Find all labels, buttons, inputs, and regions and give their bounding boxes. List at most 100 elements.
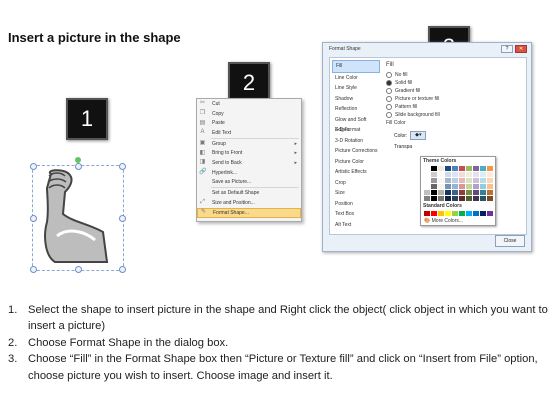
theme-color-swatch[interactable] [424, 178, 430, 183]
theme-color-swatch[interactable] [487, 190, 493, 195]
theme-color-swatch[interactable] [452, 166, 458, 171]
theme-color-swatch[interactable] [459, 166, 465, 171]
theme-color-swatch[interactable] [473, 190, 479, 195]
menu-item-send-to-back[interactable]: ◨ Send to Back ▸ [197, 158, 301, 168]
category-shadow[interactable]: Shadow [332, 94, 380, 105]
menu-item-bring-to-front[interactable]: ◧ Bring to Front ▸ [197, 148, 301, 158]
standard-color-swatch[interactable] [480, 211, 486, 216]
menu-item-edit-text[interactable]: A Edit Text [197, 128, 301, 138]
theme-color-swatch[interactable] [459, 184, 465, 189]
standard-color-swatch[interactable] [473, 211, 479, 216]
resize-handle[interactable] [75, 266, 82, 273]
theme-color-swatch[interactable] [445, 172, 451, 177]
theme-color-swatch[interactable] [431, 184, 437, 189]
category-line-color[interactable]: Line Color [332, 73, 380, 84]
theme-color-swatch[interactable] [438, 190, 444, 195]
resize-handle[interactable] [119, 215, 126, 222]
theme-color-swatch[interactable] [445, 184, 451, 189]
theme-color-swatch[interactable] [473, 172, 479, 177]
category-crop[interactable]: Crop [332, 178, 380, 189]
theme-color-swatch[interactable] [431, 196, 437, 201]
category-picture-color[interactable]: Picture Color [332, 157, 380, 168]
theme-color-swatch[interactable] [487, 172, 493, 177]
theme-color-swatch[interactable] [473, 184, 479, 189]
theme-color-swatch[interactable] [487, 196, 493, 201]
theme-color-swatch[interactable] [473, 178, 479, 183]
theme-color-swatch[interactable] [438, 184, 444, 189]
theme-color-swatch[interactable] [459, 196, 465, 201]
standard-color-swatch[interactable] [466, 211, 472, 216]
standard-color-swatch[interactable] [431, 211, 437, 216]
theme-color-swatch[interactable] [431, 166, 437, 171]
menu-item-save-as-picture[interactable]: Save as Picture... [197, 178, 301, 188]
theme-color-swatch[interactable] [424, 184, 430, 189]
menu-item-hyperlink[interactable]: 🔗 Hyperlink... [197, 168, 301, 178]
close-icon[interactable]: ✕ [515, 45, 527, 53]
theme-color-swatch[interactable] [438, 178, 444, 183]
theme-color-swatch[interactable] [473, 196, 479, 201]
resize-handle[interactable] [119, 266, 126, 273]
resize-handle[interactable] [75, 163, 82, 170]
category-position[interactable]: Position [332, 199, 380, 210]
standard-color-swatch[interactable] [452, 211, 458, 216]
category-reflection[interactable]: Reflection [332, 104, 380, 115]
theme-color-swatch[interactable] [445, 190, 451, 195]
menu-item-paste[interactable]: ▤ Paste [197, 118, 301, 128]
selected-shape[interactable] [30, 157, 126, 273]
standard-color-swatch[interactable] [487, 211, 493, 216]
theme-color-swatch[interactable] [466, 166, 472, 171]
theme-color-swatch[interactable] [445, 178, 451, 183]
menu-item-group[interactable]: ▣ Group ▸ [197, 139, 301, 149]
theme-color-swatch[interactable] [452, 178, 458, 183]
category-line-style[interactable]: Line Style [332, 83, 380, 94]
menu-item-set-default-shape[interactable]: Set as Default Shape [197, 188, 301, 198]
standard-color-swatch[interactable] [445, 211, 451, 216]
radio-no-fill[interactable]: No fill [386, 71, 522, 79]
theme-color-swatch[interactable] [473, 166, 479, 171]
theme-color-swatch[interactable] [424, 172, 430, 177]
theme-color-swatch[interactable] [480, 190, 486, 195]
theme-color-swatch[interactable] [452, 196, 458, 201]
menu-item-format-shape[interactable]: ✎ Format Shape... [197, 207, 301, 218]
resize-handle[interactable] [119, 163, 126, 170]
theme-color-swatch[interactable] [466, 190, 472, 195]
category-text-box[interactable]: Text Box [332, 209, 380, 220]
category-fill[interactable]: Fill [332, 60, 380, 73]
theme-color-swatch[interactable] [452, 184, 458, 189]
menu-item-cut[interactable]: ✂ Cut [197, 99, 301, 109]
theme-color-swatch[interactable] [431, 172, 437, 177]
radio-slide-background-fill[interactable]: Slide background fill [386, 111, 522, 119]
close-button[interactable]: Close [495, 235, 525, 247]
theme-color-swatch[interactable] [424, 166, 430, 171]
theme-color-swatch[interactable] [466, 172, 472, 177]
category-size[interactable]: Size [332, 188, 380, 199]
theme-color-swatch[interactable] [438, 172, 444, 177]
help-button[interactable]: ? [501, 45, 513, 53]
standard-color-swatch[interactable] [459, 211, 465, 216]
theme-color-swatch[interactable] [452, 190, 458, 195]
resize-handle[interactable] [30, 163, 37, 170]
theme-color-swatch[interactable] [459, 190, 465, 195]
category-3d-rotation[interactable]: 3-D Rotation [332, 136, 380, 147]
resize-handle[interactable] [30, 266, 37, 273]
category-3d-format[interactable]: 3-D Format [332, 125, 380, 136]
theme-color-swatch[interactable] [480, 196, 486, 201]
theme-color-swatch[interactable] [480, 172, 486, 177]
theme-color-swatch[interactable] [452, 172, 458, 177]
standard-color-swatch[interactable] [424, 211, 430, 216]
theme-color-swatch[interactable] [466, 184, 472, 189]
category-alt-text[interactable]: Alt Text [332, 220, 380, 231]
theme-color-swatch[interactable] [480, 166, 486, 171]
radio-solid-fill[interactable]: Solid fill [386, 79, 522, 87]
theme-color-swatch[interactable] [480, 178, 486, 183]
theme-color-swatch[interactable] [438, 166, 444, 171]
theme-color-swatch[interactable] [466, 196, 472, 201]
theme-color-swatch[interactable] [424, 196, 430, 201]
theme-color-swatch[interactable] [438, 196, 444, 201]
resize-handle[interactable] [30, 215, 37, 222]
theme-color-swatch[interactable] [487, 184, 493, 189]
menu-item-size-and-position[interactable]: ⤢ Size and Position... [197, 198, 301, 208]
color-picker-button[interactable]: ◆▾ [410, 131, 427, 140]
theme-color-swatch[interactable] [424, 190, 430, 195]
theme-color-swatch[interactable] [431, 178, 437, 183]
